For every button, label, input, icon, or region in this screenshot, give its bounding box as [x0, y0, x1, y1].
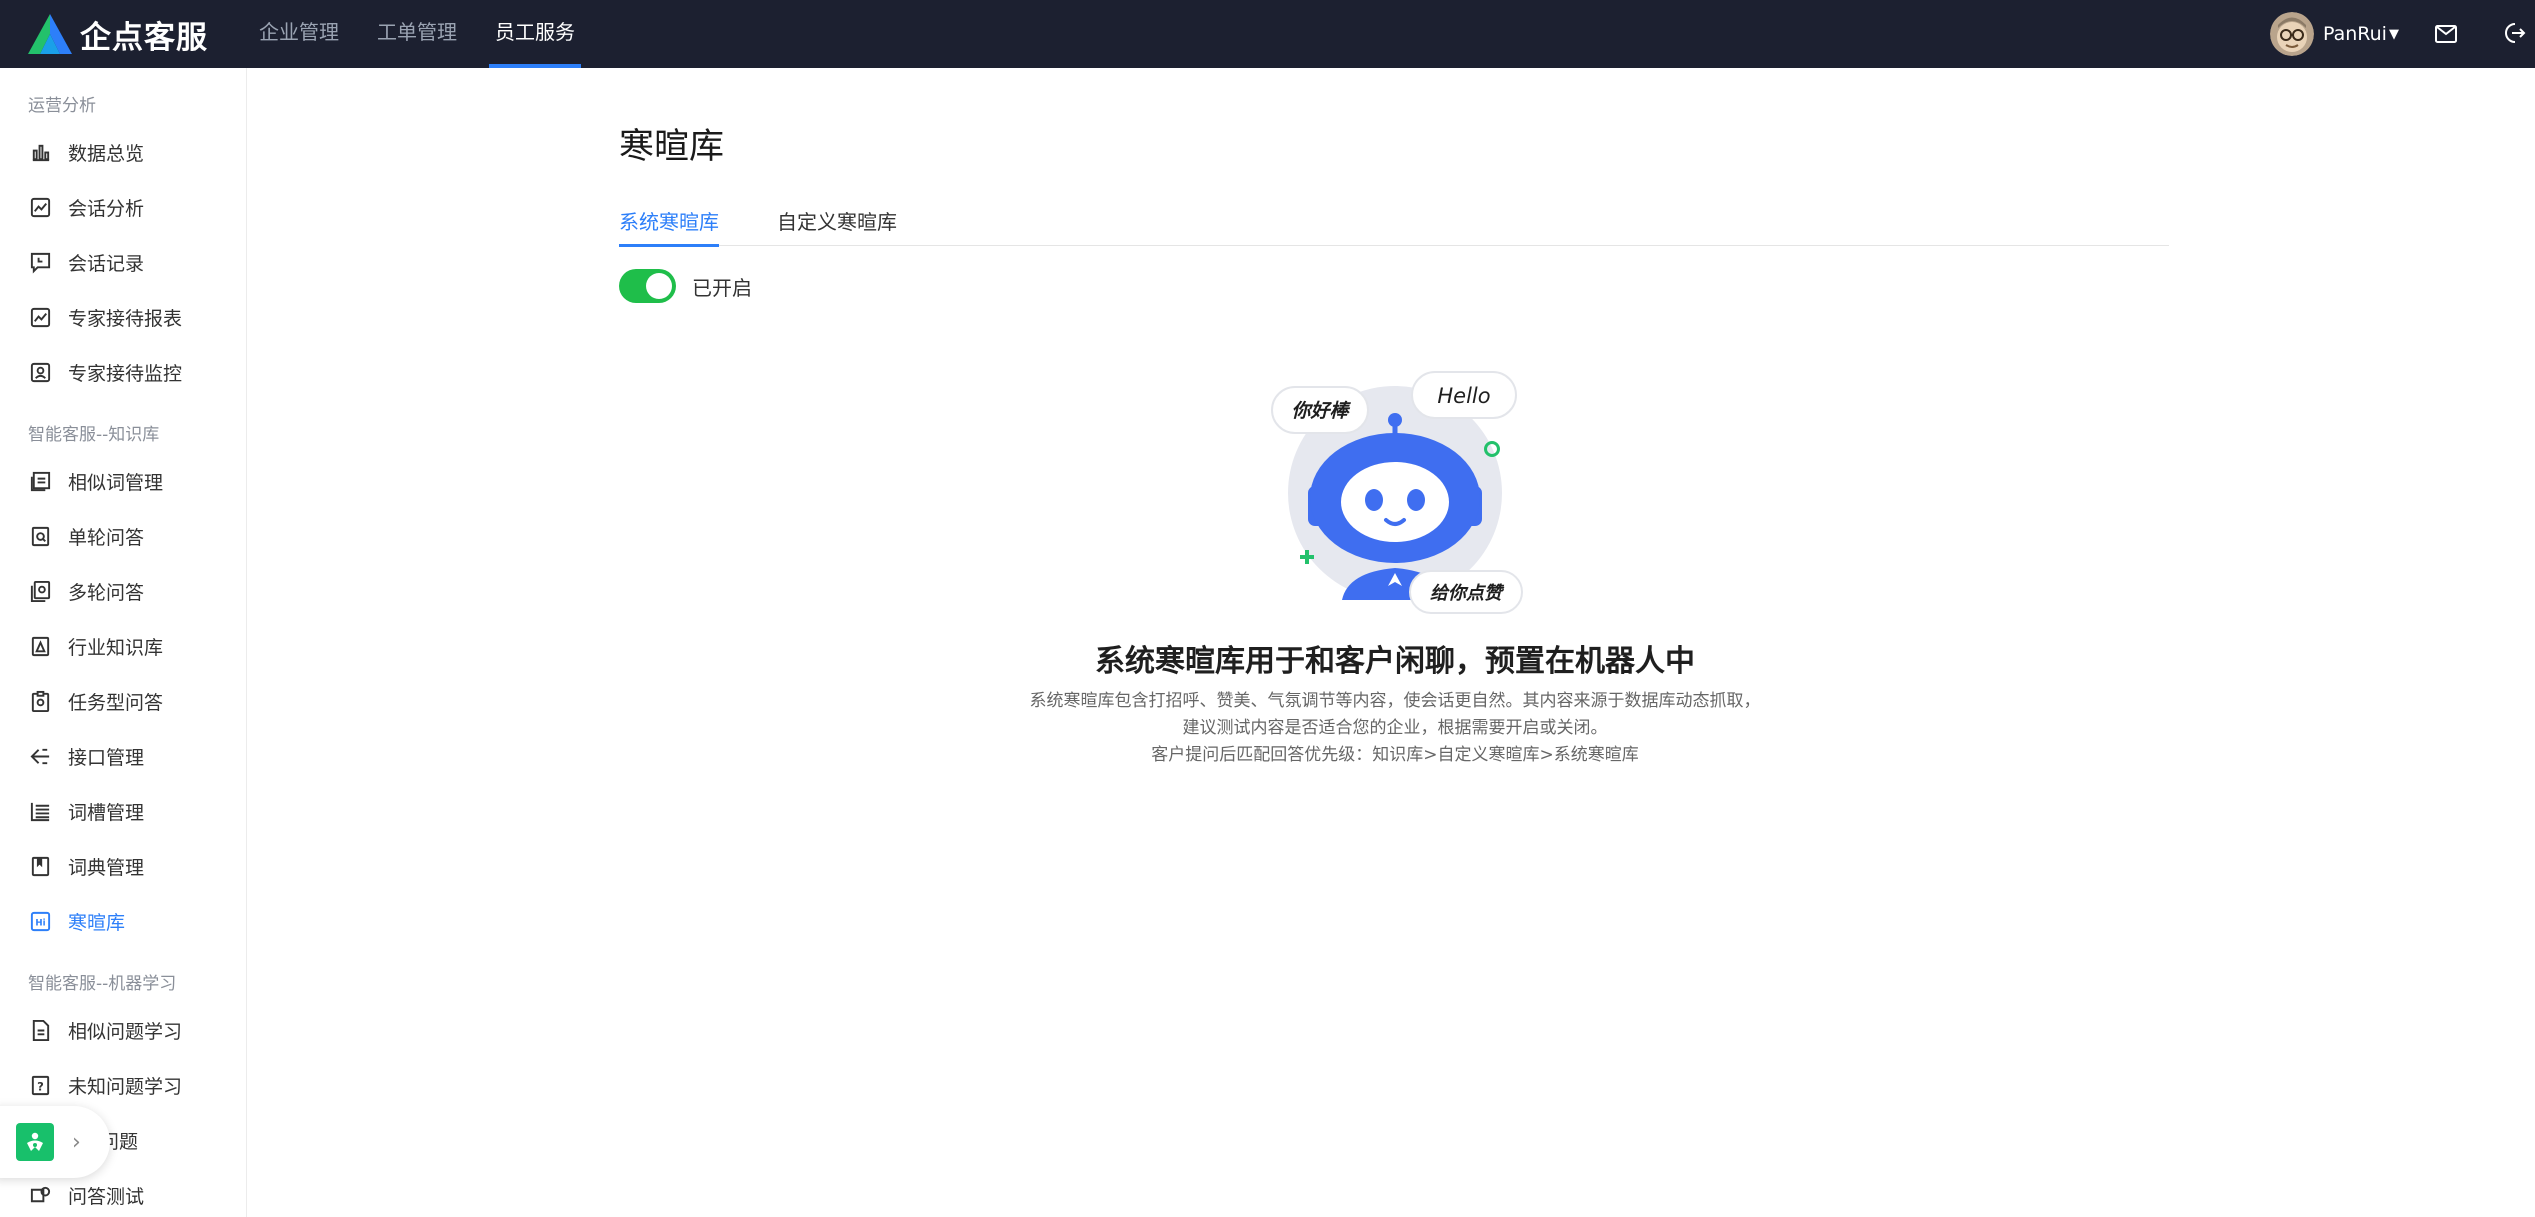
- brand-name: 企点客服: [80, 19, 208, 56]
- sidebar-item-multi-qa[interactable]: 多轮问答: [0, 564, 246, 619]
- brand[interactable]: 企点客服: [26, 10, 208, 58]
- top-bar: 企点客服 企业管理 工单管理 员工服务 PanRui ▼: [0, 0, 2535, 68]
- sidebar-item-greeting[interactable]: Hi 寒暄库: [0, 894, 246, 949]
- empty-state-title: 系统寒暄库用于和客户闲聊，预置在机器人中: [1095, 644, 1695, 679]
- sidebar-item-label: 会话记录: [68, 253, 145, 275]
- sidebar-item-session-analysis[interactable]: 会话分析: [0, 180, 246, 235]
- avatar-face-icon: [2270, 12, 2314, 56]
- sidebar-item-expert-report[interactable]: 专家接待报表: [0, 290, 246, 345]
- bubble-like-text: 给你点赞: [1430, 583, 1505, 604]
- greeting-icon: Hi: [28, 910, 52, 934]
- top-nav: 企业管理 工单管理 员工服务: [240, 0, 594, 68]
- multi-qa-icon: [28, 580, 52, 604]
- sidebar-item-label: 会话分析: [68, 198, 145, 220]
- page-title: 寒暄库: [619, 127, 725, 167]
- mail-icon[interactable]: [2434, 22, 2458, 46]
- monitor-icon: [28, 361, 52, 385]
- sidebar-item-label: 词典管理: [68, 857, 145, 879]
- synonym-icon: [28, 470, 52, 494]
- bubble-praise-text: 你好棒: [1291, 400, 1351, 422]
- sidebar-item-label: 多轮问答: [68, 582, 145, 604]
- similar-learn-icon: [28, 1019, 52, 1043]
- tab-system-greeting[interactable]: 系统寒暄库: [619, 196, 719, 247]
- sidebar-item-label: 相似问题学习: [68, 1021, 183, 1043]
- sidebar-item-synonym[interactable]: 相似词管理: [0, 454, 246, 509]
- top-nav-enterprise[interactable]: 企业管理: [240, 0, 358, 68]
- slot-icon: [28, 800, 52, 824]
- svg-text:Hi: Hi: [35, 918, 45, 928]
- sidebar-item-label: 问答测试: [68, 1186, 145, 1208]
- sidebar-item-similar-learn[interactable]: 相似问题学习: [0, 1003, 246, 1058]
- sidebar-item-unknown-learn[interactable]: ? 未知问题学习: [0, 1058, 246, 1113]
- avatar: [2270, 12, 2314, 56]
- helper-badge-icon[interactable]: [16, 1123, 54, 1161]
- user-menu[interactable]: PanRui ▼: [2270, 12, 2399, 56]
- top-nav-staff-service[interactable]: 员工服务: [476, 0, 594, 68]
- single-qa-icon: [28, 525, 52, 549]
- robot-illustration: 你好棒 Hello 给你点赞: [1271, 371, 1523, 614]
- line-chart-icon: [28, 196, 52, 220]
- record-icon: [28, 251, 52, 275]
- brand-logo-icon: [28, 14, 72, 54]
- sidebar-item-session-records[interactable]: 会话记录: [0, 235, 246, 290]
- sidebar-item-expert-monitor[interactable]: 专家接待监控: [0, 345, 246, 400]
- sidebar-item-dictionary[interactable]: 词典管理: [0, 839, 246, 894]
- caret-down-icon: ▼: [2388, 26, 2399, 42]
- top-nav-ticket[interactable]: 工单管理: [358, 0, 476, 68]
- sidebar-item-label: 相似词管理: [68, 472, 164, 494]
- greeting-tabs: 系统寒暄库 自定义寒暄库: [619, 196, 2169, 247]
- sidebar-item-slot[interactable]: 词槽管理: [0, 784, 246, 839]
- toggle-knob: [646, 273, 672, 299]
- report-icon: [28, 306, 52, 330]
- empty-state-desc-line-2: 建议测试内容是否适合您的企业，根据需要开启或关闭。: [1182, 718, 1608, 738]
- sidebar-item-label: 单轮问答: [68, 527, 145, 549]
- switch-status-label: 已开启: [692, 275, 752, 300]
- sidebar-item-label: 寒暄库: [68, 912, 126, 934]
- username: PanRui: [2323, 23, 2387, 45]
- enable-switch-row: 已开启: [619, 268, 752, 304]
- dictionary-icon: [28, 855, 52, 879]
- unknown-learn-icon: ?: [28, 1074, 52, 1098]
- bar-chart-icon: [28, 141, 52, 165]
- sidebar-item-label: 未知问题学习: [68, 1076, 183, 1098]
- sidebar-item-single-qa[interactable]: 单轮问答: [0, 509, 246, 564]
- svg-text:?: ?: [37, 1079, 44, 1093]
- qa-test-icon: [28, 1184, 52, 1208]
- tab-custom-greeting[interactable]: 自定义寒暄库: [777, 196, 897, 246]
- sidebar-group-knowledge-base: 智能客服--知识库: [28, 425, 160, 445]
- floating-helper: ›: [0, 1106, 110, 1178]
- enable-toggle[interactable]: [619, 269, 676, 303]
- sidebar-group-machine-learning: 智能客服--机器学习: [28, 974, 177, 994]
- sidebar-item-label: 专家接待监控: [68, 363, 183, 385]
- sidebar-group-ops-analysis: 运营分析: [28, 96, 96, 116]
- chevron-right-icon[interactable]: ›: [72, 1130, 81, 1155]
- sidebar-item-label: 词槽管理: [68, 802, 145, 824]
- sidebar-item-label: 专家接待报表: [68, 308, 183, 330]
- sidebar-item-data-overview[interactable]: 数据总览: [0, 125, 246, 180]
- empty-state-desc-line-3: 客户提问后匹配回答优先级：知识库>自定义寒暄库>系统寒暄库: [1151, 745, 1639, 765]
- logout-icon[interactable]: [2502, 21, 2526, 45]
- bubble-hello-text: Hello: [1437, 384, 1490, 408]
- empty-state-desc-line-1: 系统寒暄库包含打招呼、赞美、气氛调节等内容，使会话更自然。其内容来源于数据库动态…: [1029, 691, 1761, 711]
- sidebar-item-label: 数据总览: [68, 143, 145, 165]
